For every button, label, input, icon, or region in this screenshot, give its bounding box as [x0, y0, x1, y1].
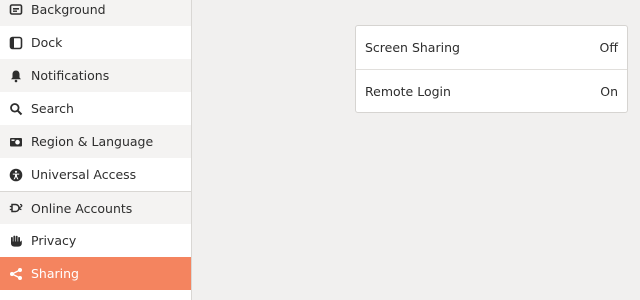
- privacy-hand-icon: [9, 234, 23, 248]
- sidebar-item-label: Online Accounts: [31, 200, 133, 216]
- sidebar-item-label: Background: [31, 2, 106, 17]
- sidebar-item-label: Search: [31, 101, 74, 116]
- sidebar-item-label: Dock: [31, 35, 63, 50]
- remote-login-row[interactable]: Remote Login On: [356, 69, 627, 112]
- universal-access-icon: [9, 168, 23, 182]
- dock-icon: [9, 36, 23, 50]
- screen-sharing-status: Off: [599, 40, 618, 55]
- background-icon: [9, 3, 23, 17]
- online-accounts-icon: [9, 201, 23, 215]
- screen-sharing-row[interactable]: Screen Sharing Off: [356, 26, 627, 69]
- region-language-icon: [9, 135, 23, 149]
- sidebar-item-label: Privacy: [31, 233, 77, 248]
- remote-login-status: On: [600, 83, 618, 99]
- sidebar-list: Background Dock Notifications Search Reg…: [0, 0, 191, 290]
- sidebar-item-label: Universal Access: [31, 167, 137, 182]
- bell-icon: [9, 69, 23, 83]
- sidebar-item-online-accounts[interactable]: Online Accounts: [0, 191, 191, 224]
- sidebar-item-label: Region & Language: [31, 134, 154, 149]
- sidebar-item-label: Notifications: [31, 68, 110, 83]
- sidebar-item-label: Sharing: [31, 266, 79, 281]
- sharing-content: Screen Sharing Off Remote Login On: [192, 0, 640, 300]
- sidebar-item-region-language[interactable]: Region & Language: [0, 125, 191, 158]
- sidebar-item-sharing[interactable]: Sharing: [0, 257, 191, 290]
- search-icon: [9, 102, 23, 116]
- sidebar-item-notifications[interactable]: Notifications: [0, 59, 191, 92]
- sidebar-item-privacy[interactable]: Privacy: [0, 224, 191, 257]
- remote-login-label: Remote Login: [365, 83, 451, 99]
- sidebar-item-dock[interactable]: Dock: [0, 26, 191, 59]
- sidebar-item-universal-access[interactable]: Universal Access: [0, 158, 191, 191]
- settings-window: Background Dock Notifications Search Reg…: [0, 0, 640, 300]
- sidebar-item-search[interactable]: Search: [0, 92, 191, 125]
- sidebar-item-background[interactable]: Background: [0, 0, 191, 26]
- share-icon: [9, 267, 23, 281]
- screen-sharing-label: Screen Sharing: [365, 40, 460, 55]
- settings-sidebar: Background Dock Notifications Search Reg…: [0, 0, 192, 300]
- sharing-services-list: Screen Sharing Off Remote Login On: [355, 25, 628, 113]
